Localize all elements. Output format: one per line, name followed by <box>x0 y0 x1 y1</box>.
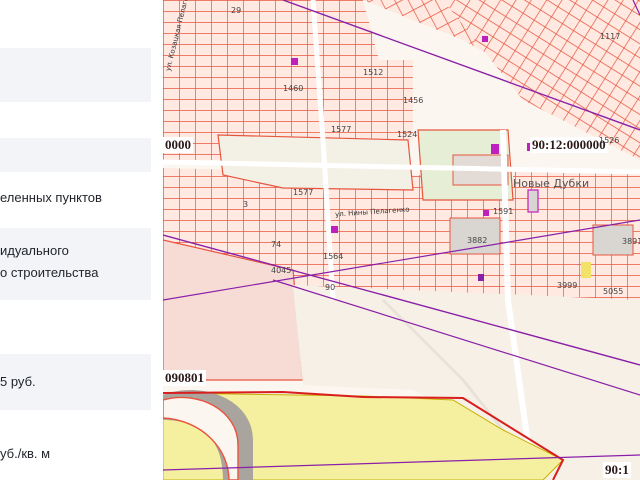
permitted-use-line2: о строительства <box>0 265 99 280</box>
parcel-number: 4045 <box>271 266 292 275</box>
cadastral-label-right: 90:12:000000 <box>530 137 608 153</box>
parcel-number: 74 <box>271 240 282 249</box>
parcel-number: 1524 <box>397 130 418 139</box>
listing-row <box>0 48 151 102</box>
parcel-number: 1591 <box>493 207 514 216</box>
land-category-text: еленных пунктов <box>0 190 102 205</box>
parcel-number: 1512 <box>363 68 384 77</box>
parcel-number: 3999 <box>557 281 578 290</box>
parcel-number: 5055 <box>603 287 624 296</box>
village-label: Новые Дубки <box>513 177 590 190</box>
price-per-sqm-row: уб./кв. м <box>0 446 151 466</box>
price-row: 5 руб. <box>0 354 151 410</box>
parcel-number: 1577 <box>331 125 352 134</box>
parcel-number: 3 <box>243 200 249 209</box>
building-marker[interactable] <box>331 226 338 233</box>
listing-row <box>0 138 151 172</box>
parcel-number: 29 <box>231 6 242 15</box>
permitted-use-row: идуального о строительства <box>0 228 151 300</box>
building-marker[interactable] <box>527 189 539 213</box>
parcel-number: 3882 <box>467 236 488 245</box>
price-per-sqm-text: уб./кв. м <box>0 446 51 461</box>
price-text: 5 руб. <box>0 374 36 389</box>
building-marker[interactable] <box>483 210 489 216</box>
permitted-use-line1: идуального <box>0 243 69 258</box>
parcel-number: 1456 <box>403 96 424 105</box>
parcel-number: 1460 <box>283 84 304 93</box>
cadastral-label-left: 0000 <box>163 137 193 153</box>
cadastral-map[interactable]: 0000 90:12:000000 090801 90:1 ул. Козацк… <box>163 0 640 480</box>
parcel-number: 90 <box>325 283 336 292</box>
parcel-number: 1117 <box>600 32 621 41</box>
building-marker[interactable] <box>291 58 298 65</box>
listing-panel: еленных пунктов идуального о строительст… <box>0 0 163 480</box>
highlight-parcel[interactable] <box>581 262 591 278</box>
land-category-value: еленных пунктов <box>0 190 151 210</box>
building-marker[interactable] <box>491 144 499 154</box>
parcel-number: 1564 <box>323 252 344 261</box>
cadastral-label-bottom-right: 90:1 <box>603 462 631 478</box>
parcel-number: 3891 <box>622 237 640 246</box>
building-marker[interactable] <box>482 36 488 42</box>
cadastral-label-bottom-left: 090801 <box>163 370 206 386</box>
building-marker[interactable] <box>478 274 484 281</box>
parcel-number: 1577 <box>293 188 314 197</box>
parcel-number: 1526 <box>599 136 620 145</box>
map-canvas[interactable] <box>163 0 640 480</box>
